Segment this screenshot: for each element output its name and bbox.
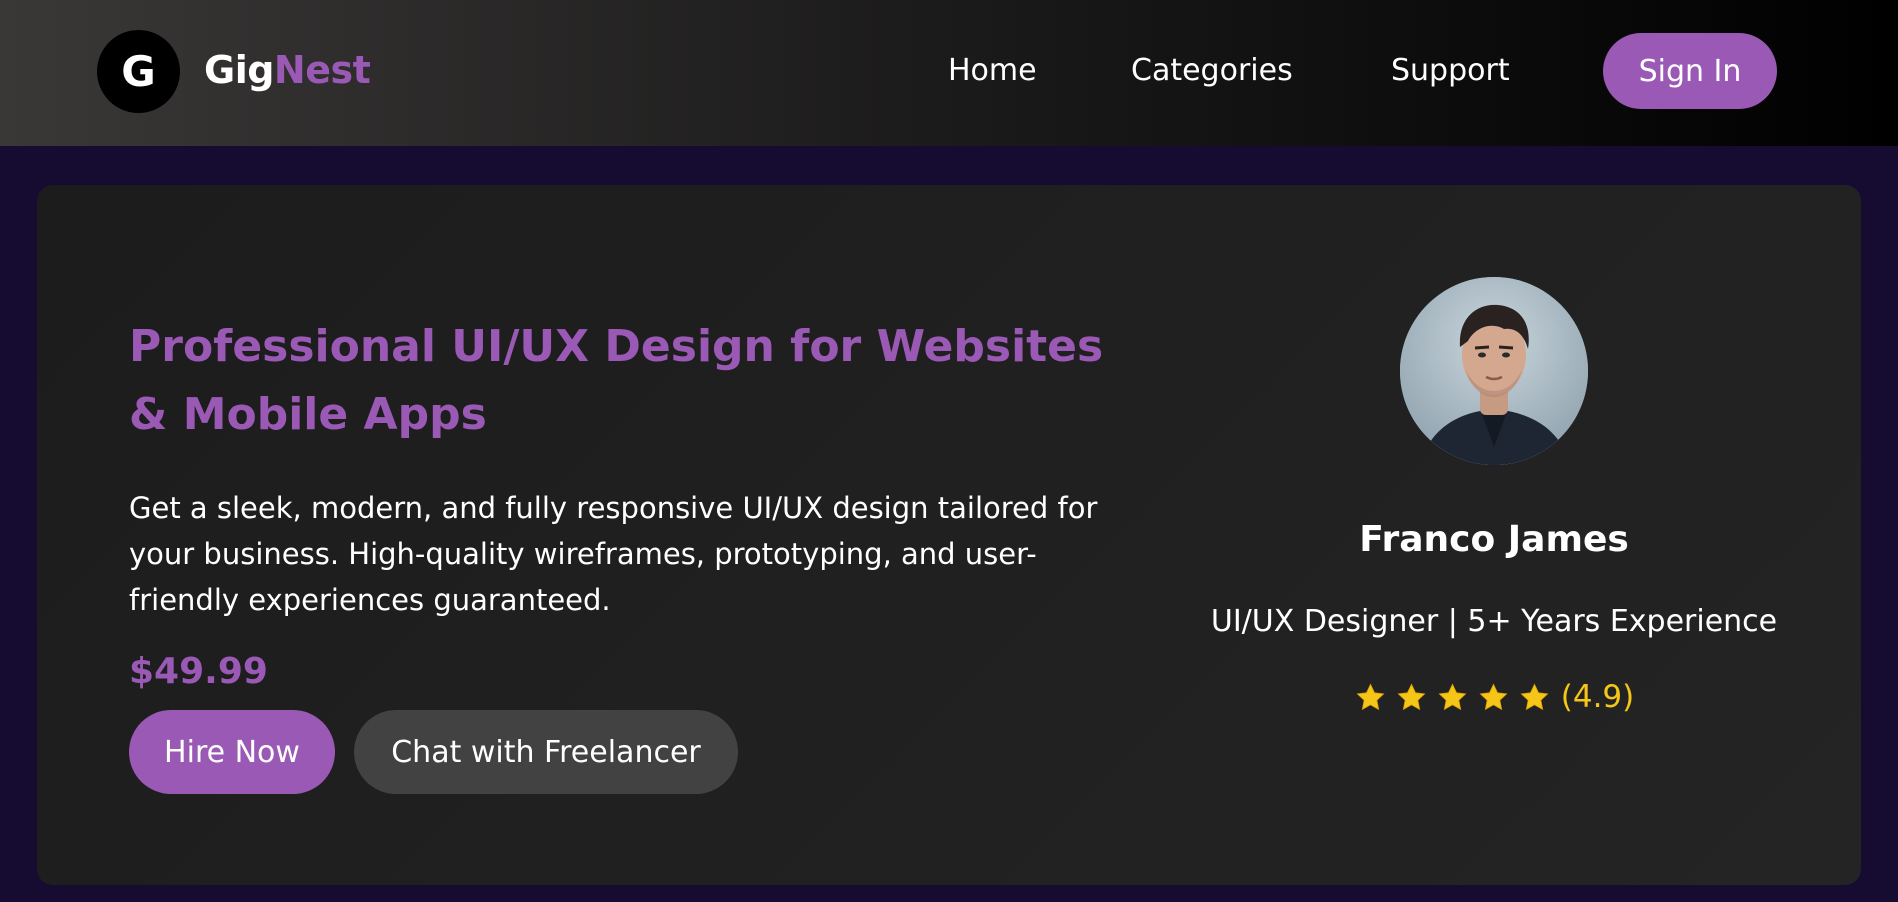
sign-in-button[interactable]: Sign In — [1603, 33, 1777, 109]
star-icon — [1520, 682, 1549, 710]
freelancer-role: UI/UX Designer | 5+ Years Experience — [1210, 604, 1778, 639]
logo-letter: G — [121, 47, 156, 96]
gig-title: Professional UI/UX Design for Websites &… — [129, 321, 1104, 440]
star-icon — [1438, 682, 1467, 710]
nav-categories-link[interactable]: Categories — [1131, 50, 1293, 92]
gig-card: Professional UI/UX Design for Websites &… — [37, 185, 1861, 885]
freelancer-avatar — [1400, 277, 1588, 465]
brand-name-part2: Nest — [273, 48, 371, 92]
chat-with-freelancer-button[interactable]: Chat with Freelancer — [354, 710, 738, 794]
star-icon — [1397, 682, 1426, 710]
logo-icon[interactable]: G — [97, 30, 180, 113]
freelancer-rating: (4.9) — [1352, 675, 1636, 719]
star-icon — [1479, 682, 1508, 710]
star-icon — [1356, 682, 1385, 710]
hire-now-button[interactable]: Hire Now — [129, 710, 335, 794]
gig-description: Get a sleek, modern, and fully responsiv… — [129, 491, 1098, 617]
rating-value: (4.9) — [1560, 679, 1635, 715]
nav-home-link[interactable]: Home — [948, 50, 1037, 92]
avatar-photo — [1400, 277, 1588, 465]
brand-name[interactable]: GigNest — [204, 44, 371, 96]
freelancer-name: Franco James — [1359, 519, 1629, 560]
nav-support-link[interactable]: Support — [1391, 50, 1510, 92]
site-header: G GigNest Home Categories Support Sign I… — [0, 0, 1898, 146]
brand-name-part1: Gig — [204, 48, 274, 92]
gig-price: $49.99 — [129, 651, 268, 692]
